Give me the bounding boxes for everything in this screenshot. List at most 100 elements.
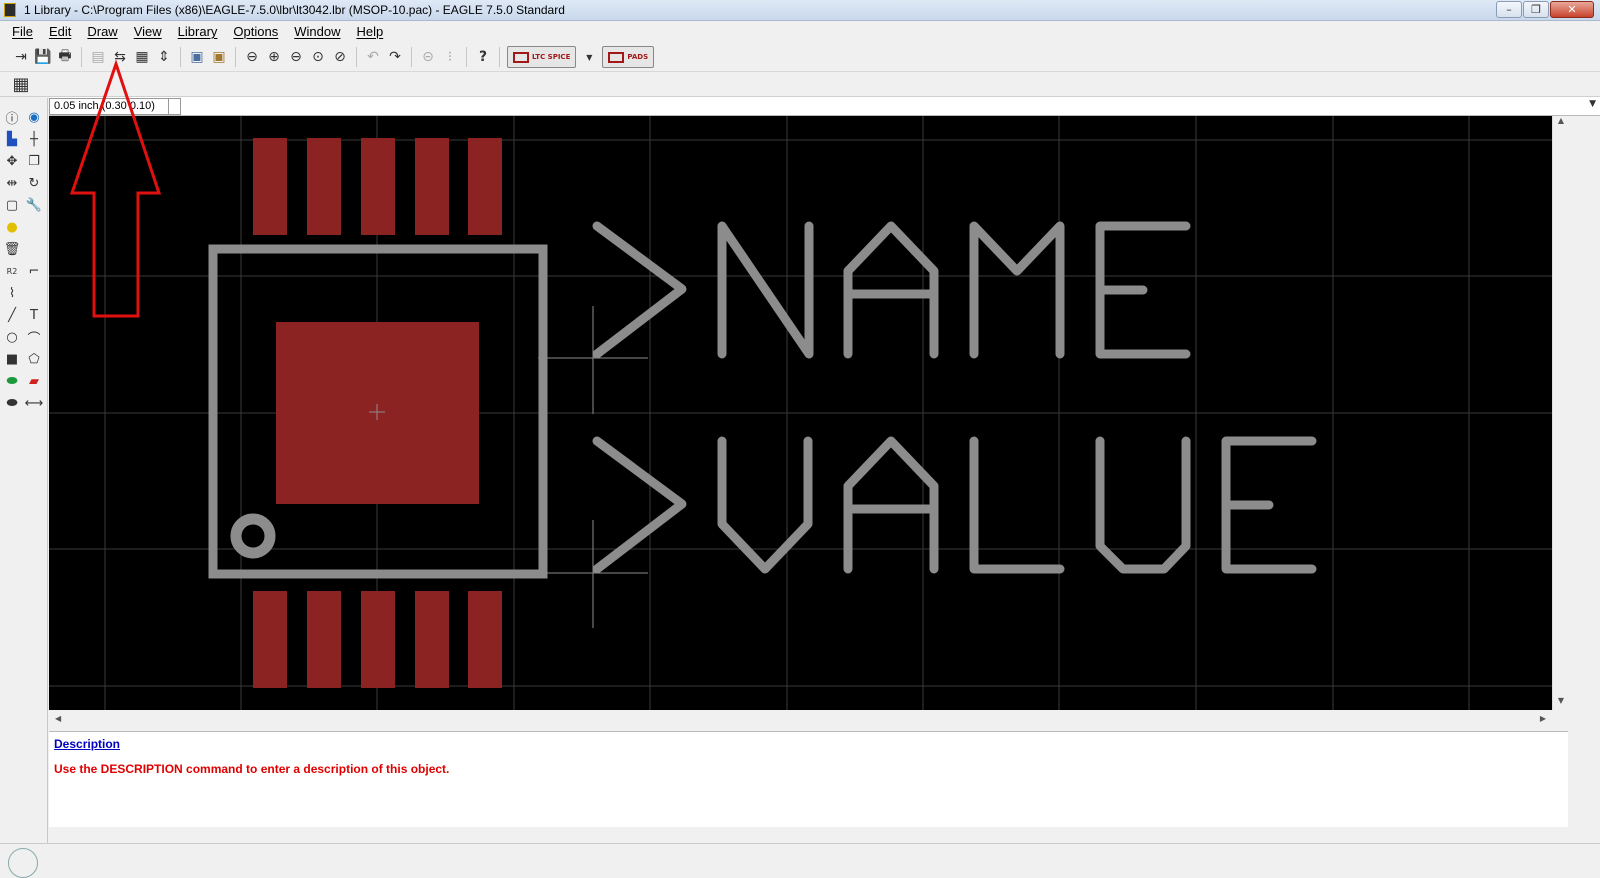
scroll-down-icon[interactable]: ▼ <box>1553 696 1569 710</box>
name-placeholder <box>592 221 1191 359</box>
menu-file[interactable]: File <box>4 24 41 39</box>
group-icon[interactable]: ▢ <box>2 195 22 215</box>
open-library-icon[interactable]: ▤ <box>88 47 108 67</box>
description-text: Use the DESCRIPTION command to enter a d… <box>54 762 450 776</box>
menu-view[interactable]: View <box>126 24 170 39</box>
scroll-left-icon[interactable]: ◀ <box>55 714 61 723</box>
arc-icon[interactable]: ⌒ <box>24 327 44 347</box>
cam-processor-icon[interactable]: ▦ <box>132 47 152 67</box>
command-palette: ⓘ ◉ ▙ ┼ ✥ ❐ ⇹ ↻ ▢ 🔧 ● 🗑 R2 ⌐ ⌇ ╱ T ○ ⌒ ■… <box>0 98 48 843</box>
pad <box>307 138 341 235</box>
pad-icon[interactable]: ⬬ <box>2 371 22 391</box>
show-icon[interactable]: ◉ <box>24 107 44 127</box>
menu-bar: File Edit Draw View Library Options Wind… <box>0 21 1600 42</box>
zoom-select-icon[interactable]: ⊘ <box>330 47 350 67</box>
toolbar-separator <box>356 47 357 67</box>
coordinate-bar: 0.05 inch (0.30 0.10) ▼ <box>49 97 1600 116</box>
wire-icon[interactable]: ╱ <box>2 305 22 325</box>
drawing-canvas[interactable]: >NAME >VALUE <box>49 116 1552 710</box>
change-icon[interactable]: 🔧 <box>24 195 44 215</box>
print-icon[interactable]: 🖶 <box>55 47 75 67</box>
ltspice-button[interactable]: LTC SPICE <box>507 46 577 68</box>
menu-library[interactable]: Library <box>170 24 226 39</box>
pad <box>468 591 502 688</box>
undo-icon[interactable]: ↶ <box>363 47 383 67</box>
copy-icon[interactable]: ❐ <box>24 151 44 171</box>
display-icon[interactable]: ▙ <box>2 129 22 149</box>
zoom-in-icon[interactable]: ⊕ <box>264 47 284 67</box>
toolbar-separator <box>180 47 181 67</box>
parameter-toolbar: ▦ <box>0 72 1600 97</box>
chevron-down-icon[interactable]: ▼ <box>1589 99 1596 109</box>
blank-slot <box>24 283 44 303</box>
miter-icon[interactable]: ⌐ <box>24 261 44 281</box>
menu-help[interactable]: Help <box>348 24 391 39</box>
rect-icon[interactable]: ■ <box>2 349 22 369</box>
text-icon[interactable]: T <box>24 305 44 325</box>
horizontal-scrollbar[interactable]: ◀ ▶ <box>49 710 1552 726</box>
pads-button[interactable]: PADS <box>602 46 655 68</box>
save-icon[interactable]: 💾 <box>33 47 53 67</box>
smd-icon[interactable]: ▰ <box>24 371 44 391</box>
dimension-icon[interactable]: ⟷ <box>24 393 44 413</box>
vertical-scrollbar[interactable]: ▲ ▼ <box>1552 116 1568 710</box>
display-layers-icon[interactable]: ▣ <box>187 47 207 67</box>
scroll-up-icon[interactable]: ▲ <box>1553 116 1569 130</box>
move-icon[interactable]: ✥ <box>2 151 22 171</box>
scroll-right-icon[interactable]: ▶ <box>1540 714 1546 723</box>
name-icon[interactable]: R2 <box>2 261 22 281</box>
toolbar-separator <box>466 47 467 67</box>
pad <box>307 591 341 688</box>
go-icon[interactable]: ⁝ <box>440 47 460 67</box>
maximize-button[interactable]: ❐ <box>1523 1 1549 18</box>
top-pads <box>253 138 502 235</box>
ltspice-label: LTC SPICE <box>532 53 571 61</box>
footprint-drawing <box>49 116 1552 710</box>
status-indicator-icon[interactable] <box>8 848 38 878</box>
close-button[interactable]: ✕ <box>1550 1 1594 18</box>
delete-icon[interactable]: 🗑 <box>2 239 22 259</box>
switch-board-schematic-icon[interactable]: ⇆ <box>110 47 130 67</box>
pad <box>253 591 287 688</box>
pads-icon <box>608 51 625 63</box>
redo-icon[interactable]: ↷ <box>385 47 405 67</box>
menu-options[interactable]: Options <box>225 24 286 39</box>
open-icon[interactable]: ⇥ <box>11 47 31 67</box>
menu-draw[interactable]: Draw <box>79 24 125 39</box>
design-link-icon[interactable]: ▣ <box>209 47 229 67</box>
pad <box>361 591 395 688</box>
pad <box>253 138 287 235</box>
command-line-edge <box>169 97 181 115</box>
bottom-pads <box>253 591 502 688</box>
info-icon[interactable]: ⓘ <box>2 107 22 127</box>
menu-window[interactable]: Window <box>286 24 348 39</box>
pads-label: PADS <box>627 53 649 61</box>
pad <box>468 138 502 235</box>
grid-icon[interactable]: ▦ <box>11 74 31 95</box>
circle-icon[interactable]: ○ <box>2 327 22 347</box>
description-link[interactable]: Description <box>54 737 1563 751</box>
hole-icon[interactable]: ⬬ <box>2 393 22 413</box>
pin1-marker <box>230 513 276 559</box>
main-toolbar: ⇥ 💾 🖶 ▤ ⇆ ▦ ⇕ ▣ ▣ ⊖ ⊕ ⊖ ⊙ ⊘ ↶ ↷ ⊝ ⁝ ? LT… <box>0 43 1600 72</box>
toolbar-separator <box>235 47 236 67</box>
mark-icon[interactable]: ┼ <box>24 129 44 149</box>
polygon-icon[interactable]: ⬠ <box>24 349 44 369</box>
menu-edit[interactable]: Edit <box>41 24 79 39</box>
help-icon[interactable]: ? <box>473 47 493 67</box>
chevron-down-icon[interactable]: ▼ <box>579 47 599 67</box>
minimize-button[interactable]: – <box>1496 1 1522 18</box>
script-icon[interactable]: ⇕ <box>154 47 174 67</box>
paste-icon[interactable]: ● <box>2 217 22 237</box>
zoom-to-fit-icon[interactable]: ⊖ <box>242 47 262 67</box>
zoom-out-icon[interactable]: ⊖ <box>286 47 306 67</box>
split-icon[interactable]: ⌇ <box>2 283 22 303</box>
rotate-icon[interactable]: ↻ <box>24 173 44 193</box>
status-bar <box>0 843 1600 878</box>
title-bar: 1 Library - C:\Program Files (x86)\EAGLE… <box>0 0 1600 21</box>
mirror-icon[interactable]: ⇹ <box>2 173 22 193</box>
stop-icon[interactable]: ⊝ <box>418 47 438 67</box>
blank-slot <box>24 217 44 237</box>
toolbar-separator <box>81 47 82 67</box>
redraw-icon[interactable]: ⊙ <box>308 47 328 67</box>
